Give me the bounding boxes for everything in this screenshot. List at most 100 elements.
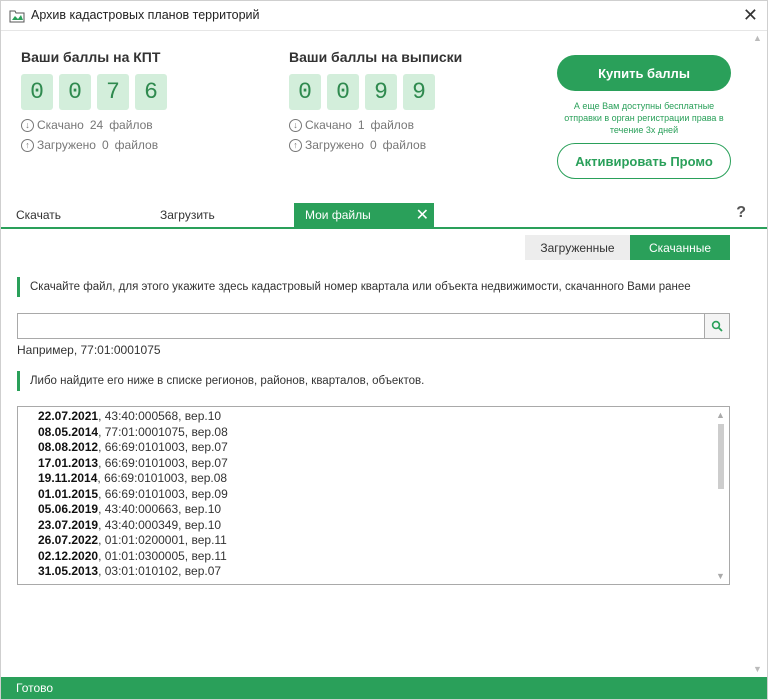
search-icon	[711, 320, 723, 332]
stat-label: Загружено	[37, 138, 96, 152]
file-details: , 01:01:0200001, вер.11	[98, 533, 227, 547]
window-scrollbar[interactable]: ▲ ▼	[750, 31, 766, 676]
stat-label: Скачано	[305, 118, 352, 132]
score-digit: 0	[21, 74, 53, 110]
map-folder-icon	[9, 10, 25, 23]
title-bar: Архив кадастровых планов территорий ✕	[1, 1, 767, 31]
filter-uploaded-button[interactable]: Загруженные	[525, 235, 630, 260]
file-date: 08.05.2014	[38, 424, 99, 439]
score-digit: 9	[403, 74, 435, 110]
file-date: 19.11.2014	[38, 471, 98, 485]
file-details: , 03:01:010102, вер.07	[98, 564, 222, 578]
file-date: 05.06.2019	[38, 502, 99, 516]
tab-download[interactable]: Скачать	[16, 203, 116, 227]
filter-downloaded-button[interactable]: Скачанные	[630, 235, 730, 260]
list-scrollbar[interactable]: ▲ ▼	[713, 407, 729, 584]
stat-unit: файлов	[382, 138, 427, 152]
score-digit: 6	[135, 74, 167, 110]
file-date: 17.01.2013	[38, 455, 99, 470]
download-hint: Скачайте файл, для этого укажите здесь к…	[17, 277, 691, 297]
app-window: Архив кадастровых планов территорий ✕ ▲ …	[0, 0, 768, 700]
stat-count: 1	[357, 118, 365, 132]
file-details: , 66:69:0101003, вер.07	[98, 455, 228, 470]
buy-points-button[interactable]: Купить баллы	[557, 55, 731, 91]
list-item[interactable]: 05.06.2019, 43:40:000663, вер.10	[18, 502, 729, 518]
list-item[interactable]: 26.07.2022, 01:01:0200001, вер.11	[18, 533, 729, 549]
stat-unit: файлов	[114, 138, 159, 152]
file-details: , 01:01:0300005, вер.11	[98, 548, 227, 563]
tab-my-files-label: Мои файлы	[305, 208, 371, 222]
kpt-downloaded-stat: ↓ Скачано 24 файлов	[21, 117, 167, 133]
file-details: , 77:01:0001075, вер.08	[98, 424, 228, 439]
file-details: , 66:69:0101003, вер.08	[97, 471, 228, 485]
extracts-uploaded-stat: ↑ Загружено 0 файлов	[289, 137, 462, 153]
file-details: , 43:40:000568, вер.10	[98, 409, 222, 423]
file-date: 02.12.2020	[38, 548, 99, 563]
upload-arrow-icon: ↑	[289, 138, 302, 152]
stat-count: 0	[101, 138, 109, 152]
files-list-items: 22.07.2021, 43:40:000568, вер.10 08.05.20…	[18, 407, 729, 580]
status-bar: Готово	[1, 677, 767, 699]
kpt-score-digits: 0 0 7 6	[21, 74, 167, 110]
score-digit: 0	[289, 74, 321, 110]
file-date: 01.01.2015	[38, 486, 99, 501]
extracts-score-title: Ваши баллы на выписки	[289, 49, 463, 65]
scroll-down-icon[interactable]: ▼	[753, 664, 762, 674]
stat-unit: файлов	[370, 118, 414, 132]
kpt-score-panel: Ваши баллы на КПТ 0 0 7 6 ↓ Скачано 24 ф…	[21, 49, 167, 153]
extracts-score-digits: 0 0 9 9	[289, 74, 462, 110]
stat-label: Загружено	[305, 138, 364, 152]
score-digit: 9	[365, 74, 397, 110]
scroll-up-icon[interactable]: ▲	[753, 33, 762, 43]
scroll-up-icon[interactable]: ▲	[716, 410, 725, 420]
cadastral-search-input[interactable]	[17, 313, 705, 339]
file-details: , 66:69:0101003, вер.07	[98, 440, 228, 454]
activate-promo-button[interactable]: Активировать Промо	[557, 143, 731, 179]
file-date: 08.08.2012	[38, 440, 99, 454]
list-item[interactable]: 31.05.2013, 03:01:010102, вер.07	[18, 564, 729, 580]
tab-bar: Скачать Загрузить Мои файлы ✕ ?	[1, 203, 767, 229]
list-item[interactable]: 19.11.2014, 66:69:0101003, вер.08	[18, 471, 729, 487]
kpt-score-title: Ваши баллы на КПТ	[21, 49, 161, 65]
browse-hint: Либо найдите его ниже в списке регионов,…	[17, 371, 424, 391]
list-item[interactable]: 01.01.2015, 66:69:0101003, вер.09	[18, 487, 729, 503]
help-icon[interactable]: ?	[736, 204, 746, 222]
score-digit: 7	[97, 74, 129, 110]
file-details: , 66:69:0101003, вер.09	[98, 486, 228, 501]
search-example: Например, 77:01:0001075	[17, 343, 161, 357]
file-details: , 43:40:000349, вер.10	[98, 517, 222, 532]
download-arrow-icon: ↓	[289, 118, 302, 132]
file-date: 22.07.2021	[38, 409, 99, 423]
download-arrow-icon: ↓	[21, 118, 34, 132]
status-text: Готово	[16, 681, 54, 695]
list-item[interactable]: 17.01.2013, 66:69:0101003, вер.07	[18, 456, 729, 472]
window-title: Архив кадастровых планов территорий	[31, 8, 260, 22]
stat-label: Скачано	[37, 118, 84, 132]
score-digit: 0	[59, 74, 91, 110]
scroll-down-icon[interactable]: ▼	[716, 571, 725, 581]
extracts-score-panel: Ваши баллы на выписки 0 0 9 9 ↓ Скачано …	[289, 49, 462, 153]
extracts-downloaded-stat: ↓ Скачано 1 файлов	[289, 117, 462, 133]
stat-unit: файлов	[109, 118, 153, 132]
file-date: 26.07.2022	[38, 533, 99, 547]
list-item[interactable]: 02.12.2020, 01:01:0300005, вер.11	[18, 549, 729, 565]
promo-note: А еще Вам доступны бесплатные отправки в…	[564, 101, 724, 135]
close-tab-icon[interactable]: ✕	[416, 205, 429, 225]
kpt-uploaded-stat: ↑ Загружено 0 файлов	[21, 137, 167, 153]
close-icon[interactable]: ✕	[743, 5, 758, 26]
file-date: 23.07.2019	[38, 517, 99, 532]
list-item[interactable]: 23.07.2019, 43:40:000349, вер.10	[18, 518, 729, 534]
list-item[interactable]: 22.07.2021, 43:40:000568, вер.10	[18, 409, 729, 425]
file-details: , 43:40:000663, вер.10	[98, 502, 222, 516]
tab-upload[interactable]: Загрузить	[160, 203, 270, 227]
upload-arrow-icon: ↑	[21, 138, 34, 152]
tab-my-files[interactable]: Мои файлы ✕	[294, 203, 434, 227]
stat-count: 0	[369, 138, 377, 152]
list-item[interactable]: 08.05.2014, 77:01:0001075, вер.08	[18, 425, 729, 441]
stat-count: 24	[89, 118, 104, 132]
scroll-thumb[interactable]	[718, 424, 724, 489]
files-list[interactable]: 22.07.2021, 43:40:000568, вер.10 08.05.20…	[17, 406, 730, 585]
file-date: 31.05.2013	[38, 564, 99, 578]
search-button[interactable]	[705, 313, 730, 339]
list-item[interactable]: 08.08.2012, 66:69:0101003, вер.07	[18, 440, 729, 456]
